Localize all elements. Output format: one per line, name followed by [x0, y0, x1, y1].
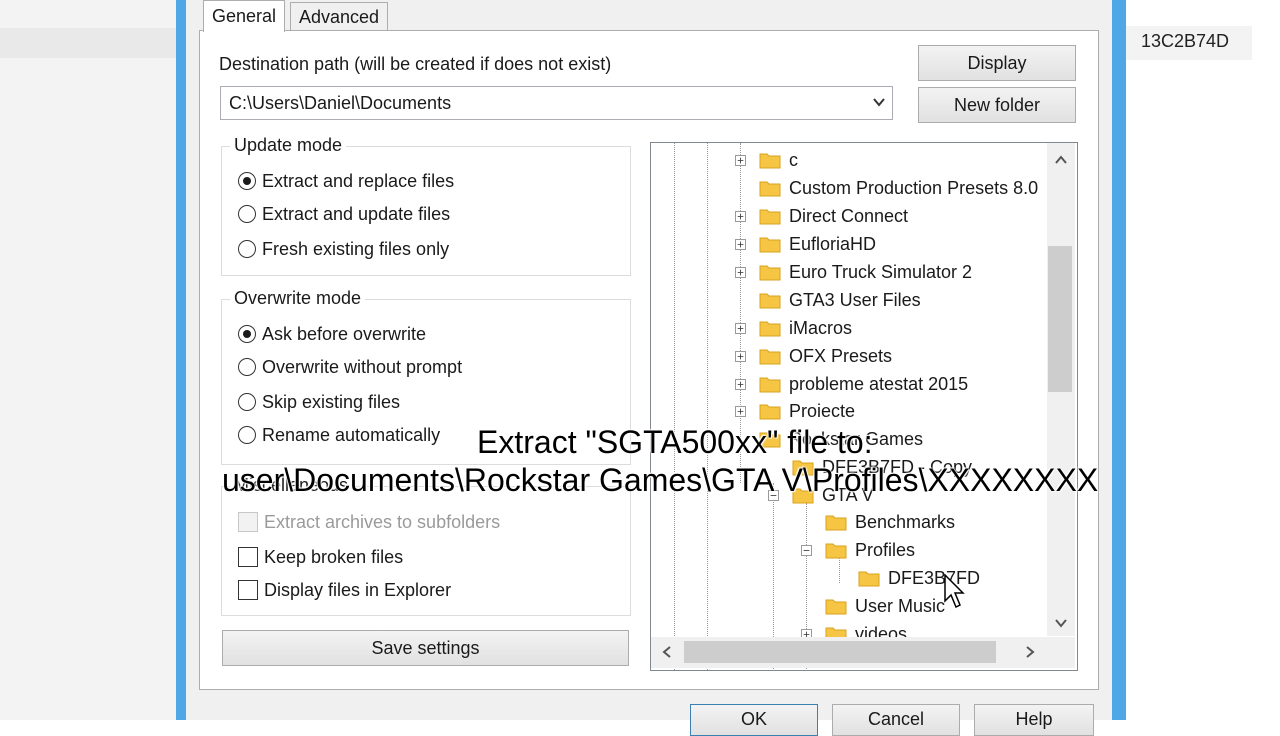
tree-guide-line — [674, 143, 675, 670]
radio-label: Extract and replace files — [262, 170, 455, 191]
folder-icon — [858, 571, 880, 587]
checkbox-label: Display files in Explorer — [264, 579, 452, 600]
radio-button-selected[interactable] — [238, 325, 256, 343]
checkbox-label: Extract archives to subfolders — [264, 511, 501, 532]
overwrite-mode-title: Overwrite mode — [230, 288, 366, 309]
destination-path-combobox[interactable]: C:\Users\Daniel\Documents — [220, 86, 893, 120]
expand-plus-icon[interactable] — [735, 379, 746, 390]
folder-icon — [759, 181, 781, 197]
tree-item-gta3-user-files[interactable]: GTA3 User Files — [759, 287, 921, 313]
tree-item-ofx-presets[interactable]: OFX Presets — [759, 343, 892, 369]
ok-button[interactable]: OK — [690, 704, 818, 736]
background-hash-text: 13C2B74D — [1141, 31, 1230, 51]
update-mode-title: Update mode — [230, 135, 347, 156]
scroll-down-arrow-icon[interactable] — [1053, 615, 1069, 631]
radio-button[interactable] — [238, 358, 256, 376]
radio-extract-and-replace[interactable]: Extract and replace files — [238, 168, 454, 194]
expand-plus-icon[interactable] — [735, 211, 746, 222]
expand-plus-icon[interactable] — [735, 406, 746, 417]
radio-ask-before-overwrite[interactable]: Ask before overwrite — [238, 321, 426, 347]
radio-label: Skip existing files — [262, 391, 401, 412]
checkbox-disabled — [238, 512, 258, 532]
checkbox[interactable] — [238, 547, 258, 567]
radio-label: Overwrite without prompt — [262, 356, 463, 377]
folder-icon — [759, 265, 781, 281]
instruction-overlay-line-2: user\Documents\Rockstar Games\GTA V\Prof… — [222, 462, 1099, 498]
destination-path-label: Destination path (will be created if doe… — [219, 54, 612, 74]
folder-icon — [759, 377, 781, 393]
tab-advanced[interactable]: Advanced — [290, 2, 389, 31]
background-list-row — [0, 28, 176, 58]
tree-item-proiecte[interactable]: Proiecte — [759, 398, 855, 424]
save-settings-button[interactable]: Save settings — [222, 630, 629, 666]
radio-button-selected[interactable] — [238, 172, 256, 190]
checkbox-display-in-explorer[interactable]: Display files in Explorer — [238, 577, 451, 603]
folder-icon — [825, 599, 847, 615]
radio-button[interactable] — [238, 393, 256, 411]
mouse-cursor-icon — [944, 574, 965, 609]
expand-plus-icon[interactable] — [735, 323, 746, 334]
radio-button[interactable] — [238, 426, 256, 444]
folder-icon — [759, 404, 781, 420]
radio-label: Extract and update files — [262, 203, 451, 224]
tree-item-euro-truck-simulator[interactable]: Euro Truck Simulator 2 — [759, 259, 972, 285]
folder-icon — [759, 321, 781, 337]
tree-item-user-music[interactable]: User Music — [825, 593, 945, 619]
folder-icon — [825, 515, 847, 531]
radio-label: Ask before overwrite — [262, 323, 427, 344]
tab-general[interactable]: General — [203, 0, 286, 32]
radio-button[interactable] — [238, 240, 256, 258]
scroll-right-arrow-icon[interactable] — [1022, 644, 1038, 660]
scroll-left-arrow-icon[interactable] — [659, 644, 675, 660]
scroll-up-arrow-icon[interactable] — [1053, 152, 1069, 168]
radio-button[interactable] — [238, 205, 256, 223]
checkbox-label: Keep broken files — [264, 546, 404, 567]
vertical-scroll-thumb[interactable] — [1048, 246, 1072, 392]
checkbox-keep-broken-files[interactable]: Keep broken files — [238, 544, 403, 570]
radio-fresh-existing[interactable]: Fresh existing files only — [238, 236, 449, 262]
cancel-button[interactable]: Cancel — [832, 704, 960, 736]
expand-plus-icon[interactable] — [735, 351, 746, 362]
folder-tree[interactable]: c Custom Production Presets 8.0 Direct C… — [650, 142, 1078, 671]
tree-item-direct-connect[interactable]: Direct Connect — [759, 203, 908, 229]
tree-item-custom-production-presets[interactable]: Custom Production Presets 8.0 — [759, 175, 1038, 201]
background-window-right — [1126, 0, 1280, 720]
horizontal-scroll-thumb[interactable] — [684, 641, 996, 663]
folder-icon — [759, 153, 781, 169]
chevron-down-icon[interactable] — [872, 95, 886, 109]
radio-rename-automatically[interactable]: Rename automatically — [238, 422, 440, 448]
new-folder-button[interactable]: New folder — [918, 87, 1076, 123]
radio-label: Rename automatically — [262, 424, 441, 445]
folder-icon — [825, 543, 847, 559]
folder-icon — [759, 293, 781, 309]
expand-plus-icon[interactable] — [735, 267, 746, 278]
expand-plus-icon[interactable] — [735, 155, 746, 166]
tree-guide-line — [707, 143, 708, 670]
destination-path-value[interactable]: C:\Users\Daniel\Documents — [229, 93, 451, 114]
tree-item-benchmarks[interactable]: Benchmarks — [825, 509, 955, 535]
radio-extract-and-update[interactable]: Extract and update files — [238, 201, 450, 227]
tree-item-probleme-atestat[interactable]: probleme atestat 2015 — [759, 371, 968, 397]
tree-item-imacros[interactable]: iMacros — [759, 315, 852, 341]
folder-icon — [759, 349, 781, 365]
background-window-left — [0, 0, 176, 720]
tree-item-c[interactable]: c — [759, 147, 798, 173]
folder-icon — [759, 209, 781, 225]
help-button[interactable]: Help — [974, 704, 1094, 736]
folder-icon — [759, 237, 781, 253]
tree-item-profiles[interactable]: Profiles — [825, 537, 915, 563]
radio-overwrite-without-prompt[interactable]: Overwrite without prompt — [238, 354, 462, 380]
checkbox-extract-to-subfolders: Extract archives to subfolders — [238, 509, 500, 535]
display-button[interactable]: Display — [918, 45, 1076, 81]
instruction-overlay-line-1: Extract "SGTA500xx" file to: — [477, 424, 873, 460]
checkbox[interactable] — [238, 580, 258, 600]
tree-item-eufloriahd[interactable]: EufloriaHD — [759, 231, 876, 257]
scrollbar-corner — [1047, 637, 1075, 668]
radio-skip-existing[interactable]: Skip existing files — [238, 389, 400, 415]
radio-label: Fresh existing files only — [262, 238, 450, 259]
expand-plus-icon[interactable] — [735, 239, 746, 250]
collapse-minus-icon[interactable] — [801, 545, 812, 556]
